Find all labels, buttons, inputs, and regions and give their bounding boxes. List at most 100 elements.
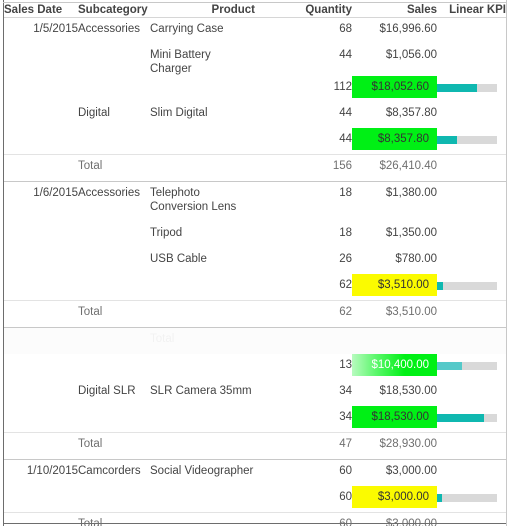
cell-sales-date — [4, 406, 78, 433]
table-row[interactable]: 1/5/2015 Accessories Carrying Case 68 $16,99… — [4, 18, 506, 45]
cell-sales: $3,510.00 — [385, 306, 437, 318]
cell-sales-date: 1/6/2015 — [4, 181, 78, 222]
table-row[interactable]: 62 $3,510.00 — [4, 274, 506, 301]
column-header-quantity[interactable]: Quantity — [255, 3, 352, 18]
table-row[interactable]: 13 $10,400.00 — [4, 354, 506, 380]
cell-sales-date — [4, 301, 78, 328]
cell-sales: $26,410.40 — [379, 160, 437, 172]
cell-product: Mini Battery Charger — [150, 49, 211, 75]
cell-sales-date — [4, 102, 78, 128]
table-body: 1/5/2015 Accessories Carrying Case 68 $16,99… — [4, 18, 506, 526]
cell-sales-date — [4, 433, 78, 460]
cell-linear-kpi — [437, 181, 506, 222]
cell-sales: $8,357.80 — [352, 128, 437, 155]
linear-kpi-bar-fill — [437, 494, 443, 502]
cell-product: Tripod — [150, 227, 183, 239]
cell-subcategory — [78, 76, 150, 102]
linear-kpi-bar-track — [437, 494, 497, 502]
table-row[interactable]: 112 $18,052.60 — [4, 76, 506, 102]
cell-product: Social Videographer — [150, 459, 255, 486]
cell-product — [150, 76, 255, 102]
cell-linear-kpi — [437, 327, 506, 354]
cell-product — [150, 433, 255, 460]
cell-product — [150, 486, 255, 513]
cell-quantity: 34 — [339, 411, 352, 423]
linear-kpi-bar-fill — [437, 136, 457, 144]
cell-sales: $780.00 — [395, 253, 437, 265]
column-header-linear-kpi[interactable]: Linear KPI — [437, 3, 506, 18]
cell-product — [150, 406, 255, 433]
linear-kpi-bar-fill — [437, 414, 485, 422]
cell-linear-kpi — [437, 44, 506, 76]
cell-product — [150, 354, 255, 380]
column-header-subcategory[interactable]: Subcategory — [78, 3, 150, 18]
cell-sales: $18,530.00 — [379, 385, 437, 397]
cell-sales-date — [4, 327, 78, 354]
table-row[interactable]: Total — [4, 327, 506, 354]
cell-subcategory — [78, 327, 150, 354]
cell-linear-kpi — [437, 380, 506, 406]
cell-linear-kpi — [437, 128, 506, 155]
cell-sales: $10,400.00 — [352, 354, 437, 380]
linear-kpi-bar-fill — [437, 362, 463, 370]
column-header-sales[interactable]: Sales — [352, 3, 437, 18]
cell-quantity: 18 — [339, 227, 352, 239]
cell-product — [150, 274, 255, 301]
cell-product — [150, 128, 255, 155]
cell-quantity: 47 — [339, 438, 352, 450]
cell-subcategory: Total — [78, 160, 103, 172]
cell-product: Carrying Case — [150, 23, 224, 35]
cell-sales: $28,930.00 — [379, 438, 437, 450]
cell-sales: $3,510.00 — [352, 274, 437, 301]
cell-subcategory — [78, 406, 150, 433]
cell-subcategory: Total — [78, 438, 103, 450]
cell-quantity: 60 — [339, 518, 352, 526]
table-row[interactable]: Total 47 $28,930.00 — [4, 432, 506, 460]
column-header-product[interactable]: Product — [150, 3, 255, 18]
cell-linear-kpi — [437, 248, 506, 274]
cell-sales: $3,000.00 — [385, 518, 437, 526]
cell-product — [150, 513, 255, 526]
table-row[interactable]: Digital SLR SLR Camera 35mm 34 $18,530.00 — [4, 380, 506, 406]
cell-sales-date: 1/5/2015 — [33, 23, 78, 35]
cell-linear-kpi — [437, 18, 506, 45]
cell-linear-kpi — [437, 354, 506, 380]
linear-kpi-bar-fill — [437, 282, 443, 290]
cell-subcategory — [78, 222, 150, 248]
table-row[interactable]: 1/6/2015 Accessories Telephoto Conversion … — [4, 181, 506, 222]
cell-subcategory — [78, 248, 150, 274]
table-row[interactable]: Mini Battery Charger 44 $1,056.00 — [4, 44, 506, 76]
cell-quantity: 60 — [339, 491, 352, 503]
cell-product — [150, 155, 255, 182]
table-row[interactable]: Tripod 18 $1,350.00 — [4, 222, 506, 248]
cell-sales-date — [4, 380, 78, 406]
cell-subcategory: Accessories — [78, 181, 150, 222]
table-row[interactable]: Total 62 $3,510.00 — [4, 300, 506, 328]
cell-product: Telephoto Conversion Lens — [150, 181, 255, 222]
header-row: Sales Date Subcategory Product Quantity … — [4, 3, 506, 18]
cell-linear-kpi — [437, 513, 506, 526]
cell-sales-date — [4, 44, 78, 76]
table-row[interactable]: 44 $8,357.80 — [4, 128, 506, 155]
table-row[interactable]: USB Cable 26 $780.00 — [4, 248, 506, 274]
sales-value-chip-green: $18,530.00 — [352, 406, 437, 428]
cell-linear-kpi — [437, 76, 506, 102]
cell-subcategory: Camcorders — [78, 459, 150, 486]
table-row[interactable]: Digital Slim Digital 44 $8,357.80 — [4, 102, 506, 128]
table-row[interactable]: 1/10/2015 Camcorders Social Videographer 60… — [4, 459, 506, 486]
column-header-sales-date[interactable]: Sales Date — [4, 3, 78, 18]
table-row[interactable]: Total 156 $26,410.40 — [4, 154, 506, 182]
cell-sales-date — [4, 274, 78, 301]
table-row[interactable]: 60 $3,000.00 — [4, 486, 506, 513]
table-row[interactable]: 34 $18,530.00 — [4, 406, 506, 433]
cell-sales: $3,000.00 — [352, 486, 437, 513]
cell-subcategory: Accessories — [78, 23, 140, 35]
cell-quantity: 44 — [339, 133, 352, 145]
cell-quantity: 68 — [339, 23, 352, 35]
sales-value-chip-green: $18,052.60 — [352, 76, 437, 98]
cell-linear-kpi — [437, 301, 506, 328]
cell-linear-kpi — [437, 486, 506, 513]
table-row[interactable]: Total 60 $3,000.00 — [4, 512, 506, 526]
cell-linear-kpi — [437, 406, 506, 433]
cell-linear-kpi — [437, 155, 506, 182]
